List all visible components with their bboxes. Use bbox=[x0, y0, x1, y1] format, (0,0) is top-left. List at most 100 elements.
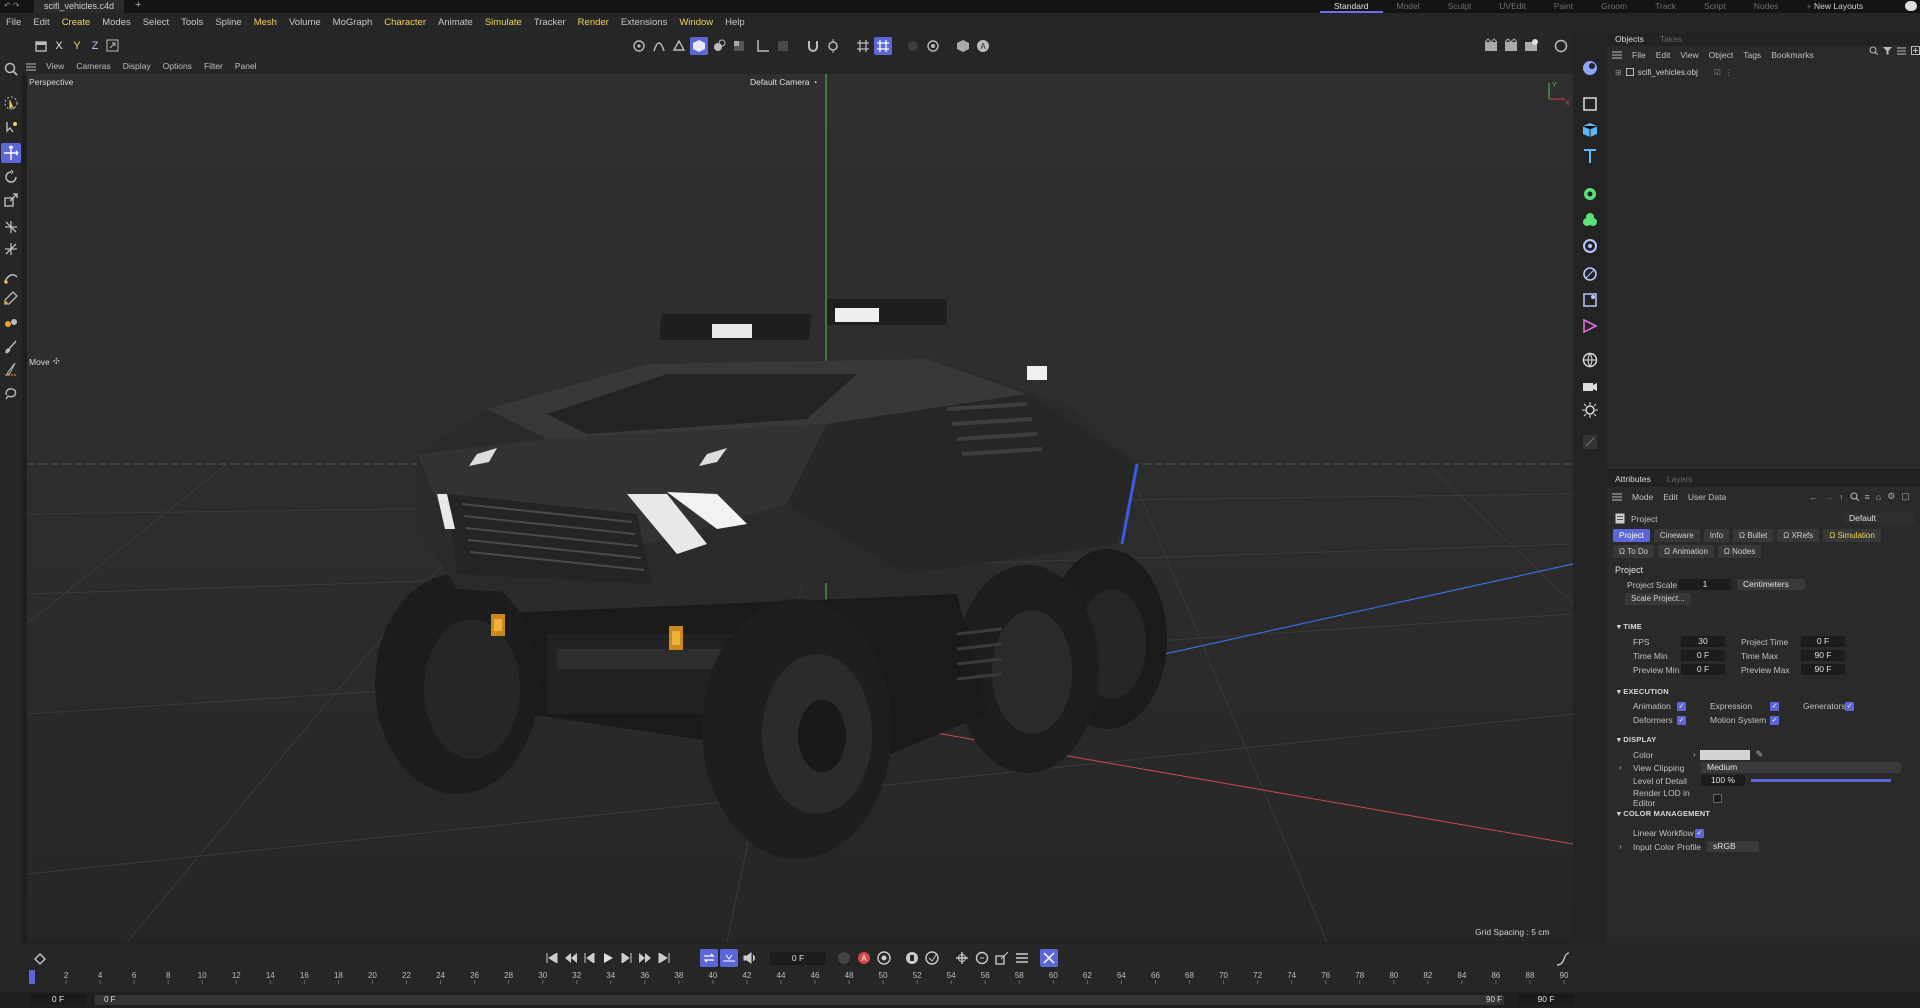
previous-key-icon[interactable] bbox=[564, 953, 578, 963]
viewport-menu-options[interactable]: Options bbox=[157, 59, 198, 74]
attr-tab-button[interactable]: Info bbox=[1703, 529, 1730, 542]
lock-icon[interactable]: ⌂ bbox=[1876, 492, 1881, 502]
menu-item-select[interactable]: Select bbox=[137, 13, 175, 33]
timeline-ruler[interactable]: 0246810121416182022242628303234363840424… bbox=[28, 969, 1574, 984]
soft-selection-icon[interactable] bbox=[824, 37, 842, 55]
grid-snap-icon[interactable] bbox=[854, 37, 872, 55]
deformer-icon[interactable] bbox=[1581, 237, 1599, 255]
render-lod-checkbox[interactable] bbox=[1713, 793, 1722, 803]
execution-section-header[interactable]: ▾ EXECUTION bbox=[1617, 687, 1669, 696]
snap-icon[interactable] bbox=[874, 37, 892, 55]
animation-checkbox[interactable]: ✓ bbox=[1677, 701, 1686, 711]
layers-icon[interactable] bbox=[1897, 46, 1906, 55]
up-arrow-icon[interactable]: ↑ bbox=[1839, 492, 1844, 502]
transform-tool-icon[interactable] bbox=[3, 219, 19, 235]
attributes-menu-user-data[interactable]: User Data bbox=[1683, 492, 1731, 502]
range-slider[interactable] bbox=[94, 995, 1504, 1005]
new-layouts-button[interactable]: New Layouts bbox=[1814, 0, 1863, 12]
menu-item-help[interactable]: Help bbox=[719, 13, 751, 33]
objects-menu-bookmarks[interactable]: Bookmarks bbox=[1766, 50, 1819, 60]
previous-frame-icon[interactable] bbox=[584, 953, 596, 963]
key-record-icon[interactable] bbox=[905, 951, 919, 965]
attr-tab-button[interactable]: Ω Nodes bbox=[1717, 545, 1762, 558]
menu-item-modes[interactable]: Modes bbox=[96, 13, 137, 33]
layout-tab[interactable]: Model bbox=[1383, 0, 1434, 13]
render-settings-icon[interactable] bbox=[1552, 37, 1570, 55]
solo-icon[interactable] bbox=[774, 37, 792, 55]
menu-item-file[interactable]: File bbox=[0, 13, 27, 33]
text-object-icon[interactable] bbox=[1581, 147, 1599, 165]
menu-item-animate[interactable]: Animate bbox=[432, 13, 479, 33]
cinema4d-logo-icon[interactable] bbox=[1581, 59, 1599, 77]
viewport-menu-display[interactable]: Display bbox=[117, 59, 157, 74]
menu-item-simulate[interactable]: Simulate bbox=[479, 13, 528, 33]
objects-menu-file[interactable]: File bbox=[1627, 50, 1651, 60]
menu-item-mograph[interactable]: MoGraph bbox=[327, 13, 379, 33]
generators-checkbox[interactable]: ✓ bbox=[1845, 701, 1854, 711]
layout-tab[interactable]: UVEdit bbox=[1485, 0, 1539, 13]
viewport-menu-view[interactable]: View bbox=[40, 59, 70, 74]
menu-item-mesh[interactable]: Mesh bbox=[248, 13, 283, 33]
attr-tab-button[interactable]: Cineware bbox=[1653, 529, 1700, 542]
viewport-menu-filter[interactable]: Filter bbox=[198, 59, 229, 74]
paint-brush-icon[interactable] bbox=[3, 339, 19, 355]
render-picture-viewer-icon[interactable] bbox=[1522, 37, 1540, 55]
sculpt-brush-icon[interactable] bbox=[3, 315, 19, 331]
project-time-input[interactable]: 0 F bbox=[1801, 636, 1845, 647]
viewport-panel-menu-icon[interactable] bbox=[22, 63, 40, 71]
expand-arrow-icon[interactable]: › bbox=[1693, 750, 1696, 759]
preview-min-input[interactable]: 0 F bbox=[1681, 664, 1725, 675]
file-tab[interactable]: scifi_vehicles.c4d bbox=[34, 0, 125, 13]
tab-layers[interactable]: Layers bbox=[1659, 471, 1701, 487]
edges-mode-icon[interactable] bbox=[670, 37, 688, 55]
new-panel-icon[interactable] bbox=[1911, 46, 1920, 55]
menu-item-spline[interactable]: Spline bbox=[209, 13, 247, 33]
playhead[interactable] bbox=[29, 970, 35, 984]
next-frame-icon[interactable] bbox=[620, 953, 632, 963]
visibility-toggle-icon[interactable]: ☑ bbox=[1714, 68, 1721, 77]
axis-lock-x[interactable]: X bbox=[50, 37, 68, 55]
texture-mode-icon[interactable] bbox=[730, 37, 748, 55]
linear-workflow-checkbox[interactable]: ✓ bbox=[1695, 828, 1704, 838]
target-icon[interactable] bbox=[924, 37, 942, 55]
volume-object-icon[interactable] bbox=[1581, 317, 1599, 335]
environment-icon[interactable] bbox=[1581, 351, 1599, 369]
viewport-menu-cameras[interactable]: Cameras bbox=[70, 59, 116, 74]
autokey-record-icon[interactable]: A bbox=[857, 951, 871, 965]
scale-tool-icon[interactable] bbox=[3, 192, 19, 208]
render-toggle-icon[interactable]: ⋮ bbox=[1725, 68, 1733, 77]
layout-tab[interactable]: Groom bbox=[1587, 0, 1641, 13]
coordinate-system-icon[interactable] bbox=[104, 37, 122, 55]
spline-pen-icon[interactable] bbox=[3, 269, 19, 285]
preview-max-input[interactable]: 90 F bbox=[1801, 664, 1845, 675]
cube-primitive-icon[interactable] bbox=[1581, 95, 1599, 113]
expression-checkbox[interactable]: ✓ bbox=[1770, 701, 1779, 711]
auto-keying-icon[interactable]: A bbox=[974, 37, 992, 55]
viewport-solo-icon[interactable] bbox=[954, 37, 972, 55]
motion-system-checkbox[interactable]: ✓ bbox=[1770, 715, 1779, 725]
new-tab-button[interactable]: + bbox=[135, 0, 141, 11]
axis-lock-z[interactable]: Z bbox=[86, 37, 104, 55]
points-mode-icon[interactable] bbox=[650, 37, 668, 55]
menu-item-window[interactable]: Window bbox=[673, 13, 719, 33]
back-arrow-icon[interactable]: ← bbox=[1809, 492, 1818, 502]
layout-tab[interactable]: Paint bbox=[1540, 0, 1587, 13]
placement-tool-icon[interactable] bbox=[3, 241, 19, 257]
attributes-menu-icon[interactable] bbox=[1607, 493, 1627, 501]
input-color-profile-dropdown[interactable]: sRGB bbox=[1707, 841, 1759, 852]
objects-menu-icon[interactable] bbox=[1607, 51, 1627, 59]
spline-object-icon[interactable] bbox=[1581, 291, 1599, 309]
objects-menu-object[interactable]: Object bbox=[1704, 50, 1739, 60]
tab-attributes[interactable]: Attributes bbox=[1607, 471, 1659, 487]
attr-tab-button[interactable]: Ω To Do bbox=[1613, 545, 1655, 558]
workplane-icon[interactable] bbox=[904, 37, 922, 55]
current-frame-field[interactable]: 0 F bbox=[770, 952, 826, 965]
move-tool-icon[interactable] bbox=[1, 143, 21, 163]
layout-tab[interactable]: Script bbox=[1690, 0, 1740, 13]
scale-project-button[interactable]: Scale Project... bbox=[1625, 593, 1691, 605]
settings-icon[interactable]: ⚙ bbox=[1887, 491, 1895, 502]
key-scale-icon[interactable] bbox=[995, 951, 1009, 965]
field-icon[interactable] bbox=[1581, 265, 1599, 283]
project-scale-unit-dropdown[interactable]: Centimeters bbox=[1737, 579, 1805, 590]
tab-takes[interactable]: Takes bbox=[1652, 33, 1690, 46]
